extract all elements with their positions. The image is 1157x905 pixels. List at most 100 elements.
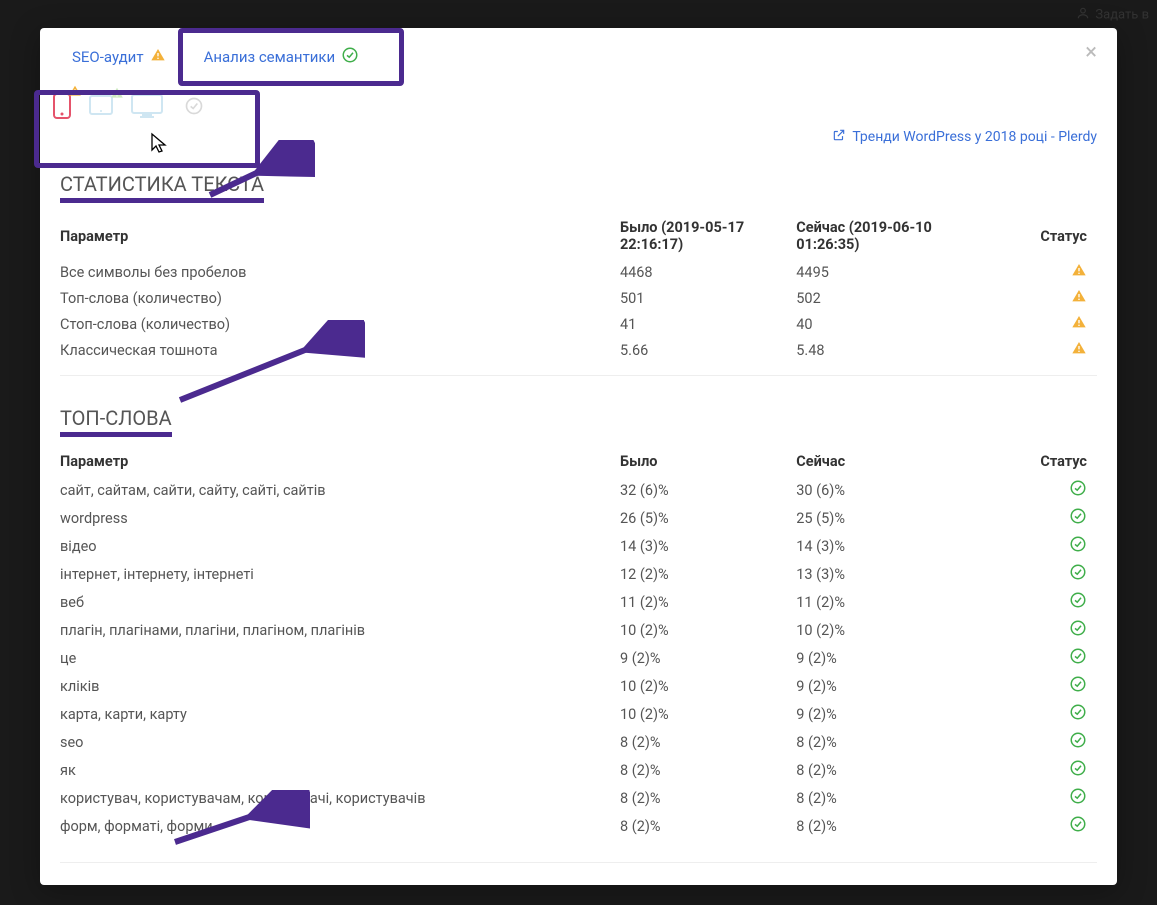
cell-param: плагін, плагінами, плагіни, плагіном, пл… <box>60 616 620 644</box>
cell-param: карта, карти, карту <box>60 700 620 728</box>
check-circle-icon <box>1069 708 1087 725</box>
cell-was: 8 (2)% <box>620 812 796 840</box>
cell-now: 8 (2)% <box>796 756 972 784</box>
check-circle-icon <box>1069 764 1087 781</box>
table-row: Стоп-слова (количество)4140 <box>60 311 1097 337</box>
cell-param: seo <box>60 728 620 756</box>
cell-now: 10 (2)% <box>796 616 972 644</box>
warning-icon <box>1071 291 1087 308</box>
cell-param: це <box>60 644 620 672</box>
cell-status <box>973 588 1097 616</box>
cell-was: 10 (2)% <box>620 700 796 728</box>
cell-param: кліків <box>60 672 620 700</box>
cell-status <box>973 728 1097 756</box>
check-circle-icon <box>1069 540 1087 557</box>
cell-now: 9 (2)% <box>796 672 972 700</box>
cell-now: 11 (2)% <box>796 588 972 616</box>
cell-status <box>973 616 1097 644</box>
cell-status <box>973 644 1097 672</box>
col-header-was: Было (2019-05-17 22:16:17) <box>620 213 796 259</box>
cell-status <box>973 756 1097 784</box>
warning-icon <box>150 47 166 67</box>
cell-was: 14 (3)% <box>620 532 796 560</box>
top-words-table: Параметр Было Сейчас Статус сайт, сайтам… <box>60 447 1097 840</box>
cell-param: як <box>60 756 620 784</box>
cell-now: 25 (5)% <box>796 504 972 532</box>
table-row: сайт, сайтам, сайти, сайту, сайті, сайті… <box>60 476 1097 504</box>
tab-seo-audit[interactable]: SEO-аудит <box>60 41 178 73</box>
cell-param: wordpress <box>60 504 620 532</box>
cell-was: 5.66 <box>620 337 796 363</box>
cell-status <box>973 259 1097 285</box>
cell-status <box>973 812 1097 840</box>
table-row: карта, карти, карту10 (2)%9 (2)% <box>60 700 1097 728</box>
cell-status <box>973 532 1097 560</box>
cell-now: 5.48 <box>796 337 972 363</box>
cell-now: 9 (2)% <box>796 644 972 672</box>
cell-was: 10 (2)% <box>620 616 796 644</box>
check-circle-icon <box>1069 596 1087 613</box>
cell-was: 11 (2)% <box>620 588 796 616</box>
cell-param: Все символы без пробелов <box>60 259 620 285</box>
col-header-was: Было <box>620 447 796 476</box>
check-circle-icon <box>1069 820 1087 837</box>
cell-now: 4495 <box>796 259 972 285</box>
cell-now: 8 (2)% <box>796 784 972 812</box>
cell-param: сайт, сайтам, сайти, сайту, сайті, сайті… <box>60 476 620 504</box>
cell-now: 9 (2)% <box>796 700 972 728</box>
cell-was: 8 (2)% <box>620 784 796 812</box>
check-circle-icon <box>1069 736 1087 753</box>
text-stats-table: Параметр Было (2019-05-17 22:16:17) Сейч… <box>60 213 1097 363</box>
cell-was: 26 (5)% <box>620 504 796 532</box>
cell-param: відео <box>60 532 620 560</box>
table-row: плагін, плагінами, плагіни, плагіном, пл… <box>60 616 1097 644</box>
check-circle-icon <box>1069 652 1087 669</box>
cell-was: 4468 <box>620 259 796 285</box>
check-circle-icon <box>1069 568 1087 585</box>
table-row: Все символы без пробелов44684495 <box>60 259 1097 285</box>
annotation-box-tab <box>178 28 404 86</box>
cell-param: Топ-слова (количество) <box>60 285 620 311</box>
table-row: Топ-слова (количество)501502 <box>60 285 1097 311</box>
col-header-param: Параметр <box>60 447 620 476</box>
close-button[interactable]: × <box>1085 42 1097 64</box>
cursor-icon <box>150 132 170 156</box>
check-circle-icon <box>1069 792 1087 809</box>
check-circle-icon <box>1069 512 1087 529</box>
cell-now: 14 (3)% <box>796 532 972 560</box>
cell-now: 30 (6)% <box>796 476 972 504</box>
cell-status <box>973 560 1097 588</box>
check-circle-icon <box>1069 680 1087 697</box>
table-row: Классическая тошнота5.665.48 <box>60 337 1097 363</box>
cell-was: 8 (2)% <box>620 756 796 784</box>
modal-scroll-area[interactable]: СТАТИСТИКА ТЕКСТА Параметр Было (2019-05… <box>40 124 1109 885</box>
cell-status <box>973 311 1097 337</box>
check-circle-icon <box>1069 484 1087 501</box>
table-row: wordpress26 (5)%25 (5)% <box>60 504 1097 532</box>
cell-now: 13 (3)% <box>796 560 972 588</box>
divider <box>60 375 1097 376</box>
cell-status <box>973 337 1097 363</box>
cell-status <box>973 285 1097 311</box>
cell-param: інтернет, інтернету, інтернеті <box>60 560 620 588</box>
table-row: seo8 (2)%8 (2)% <box>60 728 1097 756</box>
cell-was: 12 (2)% <box>620 560 796 588</box>
cell-was: 10 (2)% <box>620 672 796 700</box>
section-title-text-stats: СТАТИСТИКА ТЕКСТА <box>60 172 264 203</box>
background-header-label: Задать в <box>1095 7 1149 22</box>
section-title-top-words: ТОП-СЛОВА <box>60 406 172 437</box>
check-circle-icon <box>1069 624 1087 641</box>
cell-was: 9 (2)% <box>620 644 796 672</box>
table-row: користувач, користувачам, користувачі, к… <box>60 784 1097 812</box>
col-header-now: Сейчас (2019-06-10 01:26:35) <box>796 213 972 259</box>
tab-seo-audit-label: SEO-аудит <box>72 48 144 66</box>
table-row: кліків10 (2)%9 (2)% <box>60 672 1097 700</box>
warning-icon <box>1071 343 1087 360</box>
table-row: веб11 (2)%11 (2)% <box>60 588 1097 616</box>
table-row: інтернет, інтернету, інтернеті12 (2)%13 … <box>60 560 1097 588</box>
background-header-text: Задать в <box>1076 6 1149 24</box>
col-header-param: Параметр <box>60 213 620 259</box>
annotation-box-devices <box>34 90 260 168</box>
table-row: форм, форматі, форми8 (2)%8 (2)% <box>60 812 1097 840</box>
cell-status <box>973 700 1097 728</box>
